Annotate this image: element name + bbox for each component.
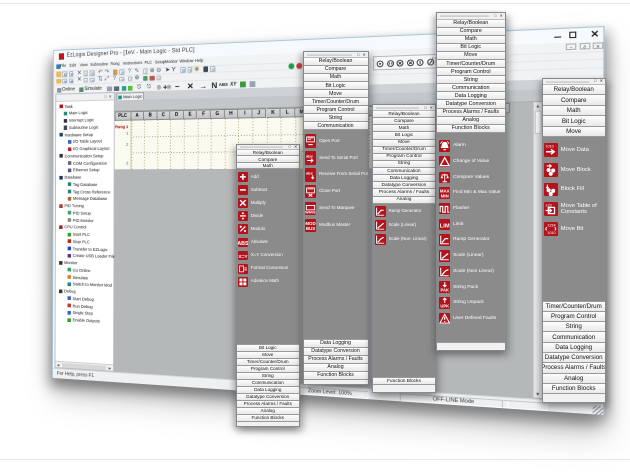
svg-text:1010: 1010 xyxy=(548,231,556,235)
svg-text:123: 123 xyxy=(546,204,552,208)
svg-text:PAK: PAK xyxy=(440,288,448,293)
svg-text:X=Y: X=Y xyxy=(238,253,248,259)
svg-text:MIN: MIN xyxy=(440,194,448,199)
svg-text:LIM: LIM xyxy=(439,223,449,229)
svg-text:abc: abc xyxy=(306,170,314,175)
svg-text:1234: 1234 xyxy=(548,224,556,228)
svg-text:UPK: UPK xyxy=(440,304,449,309)
svg-text:ABS: ABS xyxy=(238,241,248,247)
svg-text:1010: 1010 xyxy=(546,145,554,149)
svg-text:WAVE: WAVE xyxy=(305,210,316,214)
svg-text:BUS: BUS xyxy=(306,226,315,231)
svg-text:abc: abc xyxy=(306,153,314,158)
